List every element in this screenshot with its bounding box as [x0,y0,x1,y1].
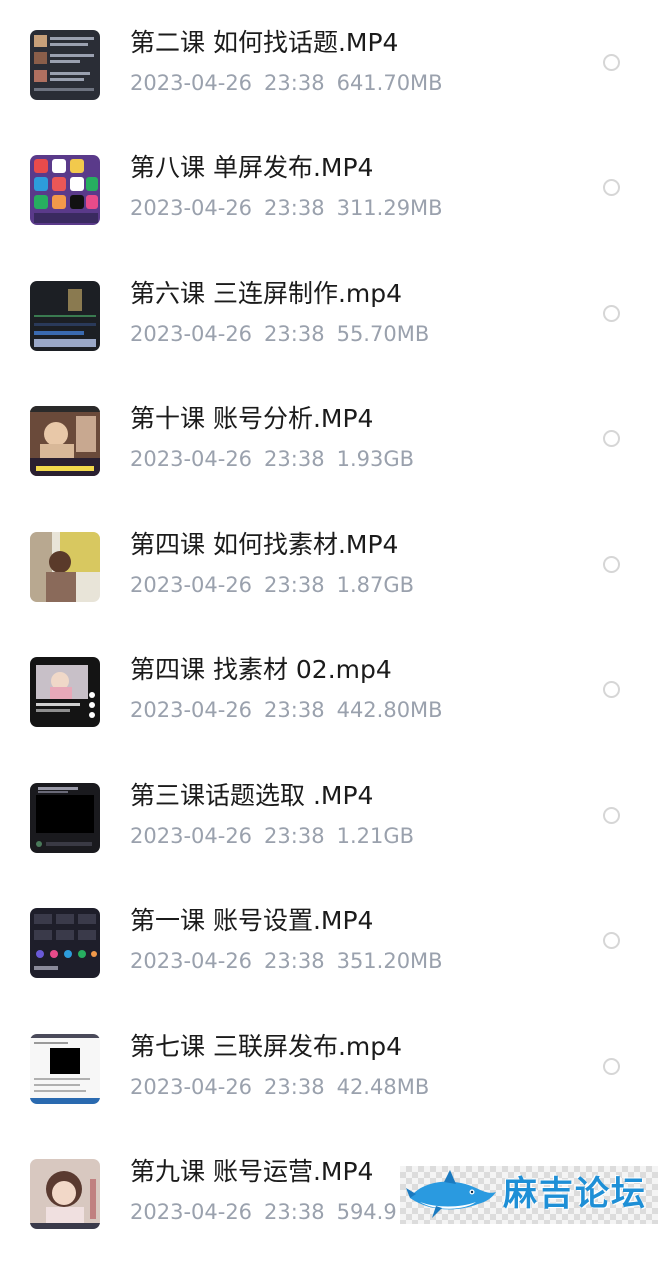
file-time: 23:38 [264,196,325,220]
file-name: 第一课 账号设置.MP4 [130,906,374,935]
file-date: 2023-04-26 [130,196,253,220]
file-row[interactable]: 第三课话题选取 .MP4 2023-04-26 23:38 1.21GB [0,781,664,908]
file-row[interactable]: 第四课 如何找素材.MP4 2023-04-26 23:38 1.87GB [0,530,664,657]
shark-logo-icon [406,1170,496,1218]
file-name: 第四课 如何找素材.MP4 [130,530,399,559]
select-radio[interactable] [603,807,620,824]
video-thumbnail [30,1034,100,1104]
file-meta: 2023-04-26 23:38 442.80MB [130,697,443,723]
file-date: 2023-04-26 [130,573,253,597]
file-size: 442.80MB [336,698,443,722]
file-row[interactable]: 第二课 如何找话题.MP4 2023-04-26 23:38 641.70MB [0,28,664,155]
file-row[interactable]: 第一课 账号设置.MP4 2023-04-26 23:38 351.20MB [0,906,664,1033]
file-name: 第八课 单屏发布.MP4 [130,153,374,182]
file-meta: 2023-04-26 23:38 1.87GB [130,572,414,598]
select-radio[interactable] [603,932,620,949]
file-row[interactable]: 第六课 三连屏制作.mp4 2023-04-26 23:38 55.70MB [0,279,664,406]
file-size: 351.20MB [336,949,443,973]
video-thumbnail [30,30,100,100]
file-time: 23:38 [264,322,325,346]
file-date: 2023-04-26 [130,1075,253,1099]
file-name: 第七课 三联屏发布.mp4 [130,1032,403,1061]
file-meta: 2023-04-26 23:38 641.70MB [130,70,443,96]
file-name: 第十课 账号分析.MP4 [130,404,374,433]
file-size: 1.87GB [336,573,415,597]
forum-watermark: 麻吉论坛 [400,1166,658,1224]
file-size: 594.9 [336,1200,397,1224]
file-size: 641.70MB [336,71,443,95]
file-size: 55.70MB [336,322,430,346]
file-name: 第九课 账号运营.MP4 [130,1157,374,1186]
file-meta: 2023-04-26 23:38 55.70MB [130,321,429,347]
file-time: 23:38 [264,949,325,973]
file-meta: 2023-04-26 23:38 1.93GB [130,446,414,472]
video-thumbnail [30,657,100,727]
file-name: 第三课话题选取 .MP4 [130,781,374,810]
file-date: 2023-04-26 [130,1200,253,1224]
watermark-text: 麻吉论坛 [503,1174,647,1214]
file-meta: 2023-04-26 23:38 42.48MB [130,1074,429,1100]
video-thumbnail [30,155,100,225]
select-radio[interactable] [603,430,620,447]
file-row[interactable]: 第十课 账号分析.MP4 2023-04-26 23:38 1.93GB [0,404,664,531]
file-time: 23:38 [264,698,325,722]
video-thumbnail [30,406,100,476]
file-name: 第四课 找素材 02.mp4 [130,655,392,684]
file-date: 2023-04-26 [130,322,253,346]
select-radio[interactable] [603,681,620,698]
file-size: 1.21GB [336,824,415,848]
file-time: 23:38 [264,824,325,848]
file-meta: 2023-04-26 23:38 1.21GB [130,823,414,849]
file-date: 2023-04-26 [130,698,253,722]
file-time: 23:38 [264,447,325,471]
file-meta: 2023-04-26 23:38 594.9 [130,1199,397,1225]
file-row[interactable]: 第八课 单屏发布.MP4 2023-04-26 23:38 311.29MB [0,153,664,280]
video-thumbnail [30,532,100,602]
file-meta: 2023-04-26 23:38 351.20MB [130,948,443,974]
video-thumbnail [30,783,100,853]
file-name: 第二课 如何找话题.MP4 [130,28,399,57]
file-date: 2023-04-26 [130,71,253,95]
file-date: 2023-04-26 [130,949,253,973]
select-radio[interactable] [603,556,620,573]
file-date: 2023-04-26 [130,824,253,848]
file-row[interactable]: 第四课 找素材 02.mp4 2023-04-26 23:38 442.80MB [0,655,664,782]
file-time: 23:38 [264,573,325,597]
file-meta: 2023-04-26 23:38 311.29MB [130,195,443,221]
video-thumbnail [30,281,100,351]
video-thumbnail [30,908,100,978]
file-size: 42.48MB [336,1075,430,1099]
file-date: 2023-04-26 [130,447,253,471]
file-time: 23:38 [264,1075,325,1099]
file-row[interactable]: 第七课 三联屏发布.mp4 2023-04-26 23:38 42.48MB [0,1032,664,1159]
file-time: 23:38 [264,71,325,95]
video-thumbnail [30,1159,100,1229]
select-radio[interactable] [603,1058,620,1075]
file-name: 第六课 三连屏制作.mp4 [130,279,403,308]
file-time: 23:38 [264,1200,325,1224]
select-radio[interactable] [603,54,620,71]
select-radio[interactable] [603,179,620,196]
file-list: 第二课 如何找话题.MP4 2023-04-26 23:38 641.70MB 第八… [0,0,664,1231]
select-radio[interactable] [603,305,620,322]
file-size: 311.29MB [336,196,443,220]
file-size: 1.93GB [336,447,415,471]
